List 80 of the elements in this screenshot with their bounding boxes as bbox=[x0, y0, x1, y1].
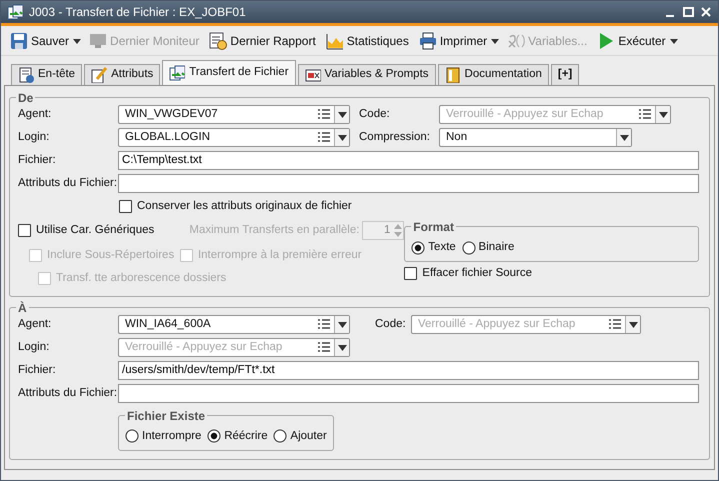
report-clock-icon bbox=[209, 32, 228, 50]
checkbox[interactable] bbox=[119, 200, 132, 213]
agent-combo[interactable]: WIN_IA64_600A bbox=[118, 314, 350, 334]
radio-label: Réécrire bbox=[224, 428, 268, 444]
radio-button[interactable] bbox=[273, 429, 288, 444]
compression-combo[interactable]: Non bbox=[439, 128, 632, 147]
field-label: Agent: bbox=[18, 316, 52, 332]
radio-button[interactable] bbox=[207, 429, 222, 444]
radio-button[interactable] bbox=[411, 240, 426, 254]
transfer-icon bbox=[169, 65, 186, 81]
radio-label: Texte bbox=[428, 240, 456, 255]
field-label: Fichier: bbox=[18, 152, 57, 168]
list-icon bbox=[317, 318, 332, 330]
radio-label: Binaire bbox=[478, 240, 514, 255]
list-icon bbox=[317, 131, 332, 144]
checkbox-label: Effacer fichier Source bbox=[422, 266, 532, 281]
field-label: Login: bbox=[18, 130, 50, 145]
variables-card-icon bbox=[304, 67, 321, 83]
field-label: Code: bbox=[359, 106, 391, 122]
checkbox-label: Inclure Sous-Répertoires bbox=[47, 248, 174, 263]
checkbox-label: Interrompre à la première erreur bbox=[198, 248, 362, 263]
tab[interactable]: En-tête bbox=[11, 64, 82, 85]
tab[interactable]: Attributs bbox=[84, 64, 160, 85]
maximize-icon[interactable] bbox=[682, 6, 694, 18]
save-icon bbox=[10, 32, 28, 50]
pencil-document-icon bbox=[91, 67, 108, 83]
toolbar-button[interactable]: Imprimer bbox=[416, 30, 490, 52]
list-icon bbox=[638, 108, 652, 120]
list-icon bbox=[608, 318, 622, 330]
field-label: Attributs du Fichier: bbox=[18, 176, 118, 191]
checkbox-label: Transf. tte arborescence dossiers bbox=[56, 270, 226, 286]
caret-icon bbox=[628, 320, 638, 329]
tab[interactable]: Documentation bbox=[438, 64, 549, 85]
field-label: Login: bbox=[18, 340, 50, 355]
spin-arrows-icon bbox=[393, 222, 404, 240]
field-label: Code: bbox=[375, 316, 407, 332]
list-icon bbox=[317, 108, 332, 120]
radio-button[interactable] bbox=[125, 429, 139, 444]
radio-label: Ajouter bbox=[290, 428, 327, 444]
field-label: Fichier: bbox=[18, 362, 57, 378]
caret-icon bbox=[338, 132, 346, 142]
toolbar-button[interactable]: Exécuter bbox=[594, 30, 669, 52]
radio-label: Interrompre bbox=[142, 428, 202, 444]
toolbar-button[interactable]: Statistiques bbox=[322, 30, 412, 52]
transfer-icon bbox=[7, 4, 23, 20]
printer-icon bbox=[418, 32, 437, 50]
info-document-icon bbox=[18, 67, 34, 83]
toolbar-button[interactable]: Dernier Rapport bbox=[206, 30, 319, 52]
field-label: Attributs du Fichier: bbox=[18, 386, 118, 401]
file-attributes-field[interactable] bbox=[118, 384, 699, 403]
caret-icon bbox=[338, 342, 346, 352]
checkbox-label: Utilise Car. Génériques bbox=[36, 223, 154, 238]
field-label: Agent: bbox=[18, 106, 52, 122]
checkbox[interactable] bbox=[18, 224, 31, 238]
agent-combo[interactable]: WIN_VWGDEV07 bbox=[118, 104, 350, 124]
caret-icon bbox=[620, 132, 628, 142]
toolbar-button[interactable]: Sauver bbox=[7, 30, 72, 52]
field-label: Compression: bbox=[359, 130, 431, 145]
checkbox[interactable] bbox=[404, 267, 418, 280]
field-label: Maximum Transferts en parallèle: bbox=[189, 223, 360, 238]
tab[interactable]: [+] bbox=[550, 64, 580, 85]
tab[interactable]: Variables & Prompts bbox=[298, 64, 436, 85]
file-path-field[interactable]: /users/smith/dev/temp/FTt*.txt bbox=[118, 360, 699, 380]
radio-button[interactable] bbox=[462, 240, 476, 254]
book-icon bbox=[444, 67, 461, 83]
checkbox-label: Conserver les attributs originaux de fichier bbox=[137, 198, 352, 214]
list-icon bbox=[317, 341, 332, 354]
monitor-icon bbox=[89, 32, 108, 50]
play-icon bbox=[597, 32, 616, 50]
file-attributes-field[interactable] bbox=[118, 174, 699, 193]
caret-icon bbox=[658, 110, 668, 119]
window-title: J003 - Transfert de Fichier : EX_JOBF01 bbox=[29, 4, 247, 21]
tab[interactable]: Transfert de Fichier bbox=[162, 60, 296, 85]
variables-icon bbox=[507, 32, 526, 50]
caret-icon bbox=[338, 320, 346, 329]
login-combo[interactable]: GLOBAL.LOGIN bbox=[118, 128, 350, 147]
chart-icon bbox=[326, 32, 344, 50]
file-path-field[interactable]: C:\Temp\test.txt bbox=[118, 150, 699, 170]
close-icon[interactable] bbox=[700, 6, 712, 18]
caret-icon bbox=[338, 110, 346, 119]
